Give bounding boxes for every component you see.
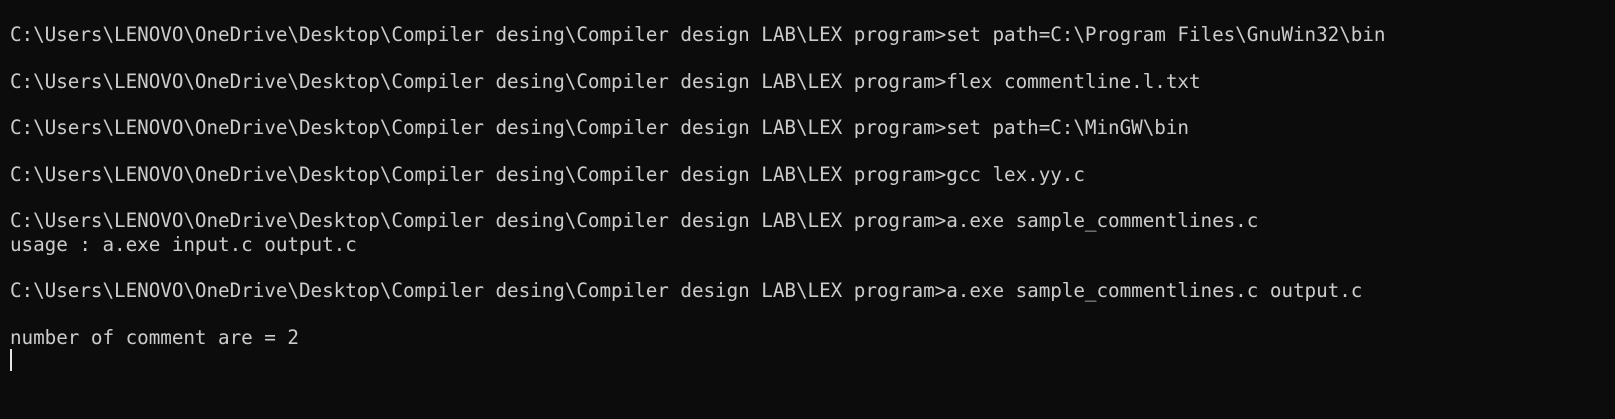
terminal-output[interactable]: C:\Users\LENOVO\OneDrive\Desktop\Compile…: [10, 23, 1386, 372]
terminal-line-command: C:\Users\LENOVO\OneDrive\Desktop\Compile…: [10, 209, 1259, 233]
terminal-line-command: C:\Users\LENOVO\OneDrive\Desktop\Compile…: [10, 279, 1363, 303]
terminal-line-command: C:\Users\LENOVO\OneDrive\Desktop\Compile…: [10, 23, 1386, 46]
terminal-line-output: usage : a.exe input.c output.c: [10, 232, 357, 256]
text-cursor: [10, 349, 12, 372]
terminal-line-command: C:\Users\LENOVO\OneDrive\Desktop\Compile…: [10, 69, 1201, 93]
terminal-line-output: number of comment are = 2: [10, 325, 299, 349]
prompt-line[interactable]: [10, 349, 1385, 372]
terminal-line-command: C:\Users\LENOVO\OneDrive\Desktop\Compile…: [10, 162, 1085, 186]
terminal-line-command: C:\Users\LENOVO\OneDrive\Desktop\Compile…: [10, 116, 1189, 140]
